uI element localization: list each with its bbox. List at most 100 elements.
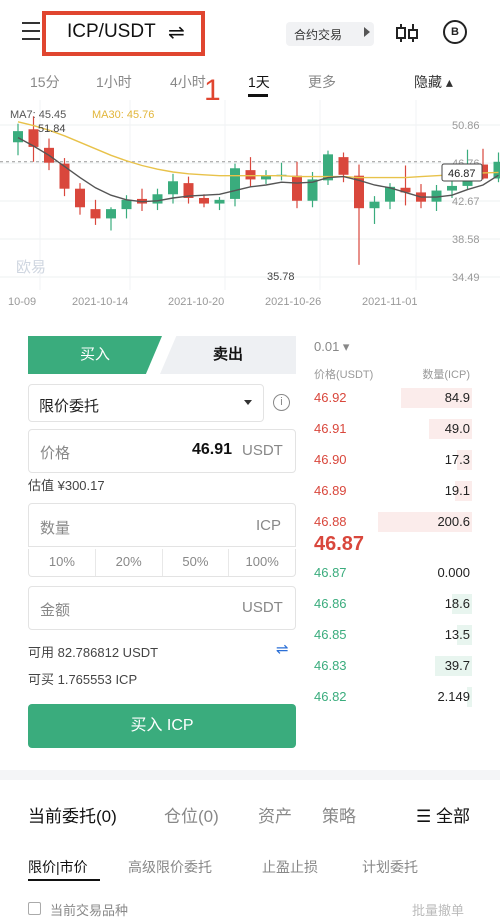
candle-body xyxy=(60,164,70,189)
batch-cancel-button[interactable]: 批量撤单 xyxy=(412,900,464,919)
tab-1h[interactable]: 1小时 xyxy=(96,72,132,92)
candle-body xyxy=(447,186,457,191)
candle-body xyxy=(246,170,256,179)
ask-quantity: 17.3 xyxy=(445,452,470,467)
bid-quantity: 18.6 xyxy=(445,596,470,611)
subtab-limit-market[interactable]: 限价|市价 xyxy=(28,857,88,877)
bid-quantity: 39.7 xyxy=(445,658,470,673)
trading-pair-title[interactable]: ICP/USDT xyxy=(67,21,156,43)
price-unit: USDT xyxy=(242,442,283,459)
candle-body xyxy=(75,189,85,208)
header: ICP/USDT ⇌ 合约交易 B xyxy=(0,0,500,64)
buy-icp-button[interactable]: 买入 ICP xyxy=(28,704,296,748)
all-orders-link[interactable]: ☰ 全部 xyxy=(416,802,470,827)
tab-1d[interactable]: 1天 xyxy=(248,72,270,92)
tab-open-orders[interactable]: 当前委托(0) xyxy=(28,802,117,827)
price-value[interactable]: 46.91 xyxy=(192,441,232,459)
ask-price[interactable]: 46.90 xyxy=(314,452,347,467)
contract-trading-button[interactable]: 合约交易 xyxy=(286,22,374,46)
candle-body xyxy=(106,209,116,218)
bid-quantity: 13.5 xyxy=(445,627,470,642)
x-tick-label: 2021-10-14 xyxy=(72,296,128,308)
percent-100-button[interactable]: 100% xyxy=(229,549,295,576)
candle-body xyxy=(199,198,209,204)
bid-quantity: 0.000 xyxy=(437,565,470,580)
y-tick-labels: 50.8646.7642.6738.5834.49 xyxy=(452,120,480,284)
estimate-value: 估值 ¥300.17 xyxy=(28,475,105,494)
current-price-tag-text: 46.87 xyxy=(448,168,476,180)
candle-body xyxy=(122,200,132,209)
candles xyxy=(13,116,500,265)
current-pair-checkbox[interactable] xyxy=(28,902,41,915)
settings-icon[interactable]: B xyxy=(443,20,467,44)
orderbook-price-header: 价格(USDT) xyxy=(314,366,373,382)
y-tick-label: 50.86 xyxy=(452,120,480,132)
buyable-amount: 可买 1.765553 ICP xyxy=(28,669,137,688)
swap-pair-icon[interactable]: ⇌ xyxy=(168,20,185,45)
ask-quantity: 200.6 xyxy=(437,514,470,529)
subtab-advanced-limit[interactable]: 高级限价委托 xyxy=(128,857,212,877)
ask-price[interactable]: 46.91 xyxy=(314,421,347,436)
percent-20-button[interactable]: 20% xyxy=(96,549,163,576)
transfer-icon[interactable]: ⇌ xyxy=(276,640,289,658)
candle-body xyxy=(168,181,178,194)
bid-price[interactable]: 46.85 xyxy=(314,627,347,642)
active-tab-underline xyxy=(248,94,268,97)
y-tick-label: 34.49 xyxy=(452,272,480,284)
ma30-legend: MA30: 45.76 xyxy=(92,109,154,121)
candle-body xyxy=(230,168,240,199)
percent-50-button[interactable]: 50% xyxy=(163,549,230,576)
ask-price[interactable]: 46.88 xyxy=(314,514,347,529)
tab-more[interactable]: 更多 xyxy=(308,72,336,92)
orderbook-qty-header: 数量(ICP) xyxy=(422,366,470,382)
section-divider xyxy=(0,770,500,780)
tab-assets[interactable]: 资产 xyxy=(258,802,292,827)
tab-15m[interactable]: 15分 xyxy=(30,72,60,92)
buy-tab[interactable]: 买入 xyxy=(28,336,162,374)
candle-body xyxy=(153,194,163,203)
percent-selector: 10% 20% 50% 100% xyxy=(28,549,296,577)
candle-body xyxy=(215,200,225,204)
percent-10-button[interactable]: 10% xyxy=(29,549,96,576)
list-icon: ☰ xyxy=(416,807,436,826)
current-pair-label: 当前交易品种 xyxy=(50,900,128,919)
tab-strategy[interactable]: 策略 xyxy=(322,802,356,827)
tab-4h[interactable]: 4小时 xyxy=(170,72,206,92)
subtab-trigger[interactable]: 计划委托 xyxy=(362,857,418,877)
bid-price[interactable]: 46.83 xyxy=(314,658,347,673)
high-price-label: 51.84 xyxy=(38,123,66,135)
ask-price[interactable]: 46.92 xyxy=(314,390,347,405)
sell-tab[interactable]: 卖出 xyxy=(160,336,296,374)
tab-positions[interactable]: 仓位(0) xyxy=(164,802,219,827)
available-balance: 可用 82.786812 USDT xyxy=(28,642,158,661)
all-orders-label: 全部 xyxy=(436,807,470,826)
quantity-label: 数量 xyxy=(40,517,70,538)
bid-price[interactable]: 46.86 xyxy=(314,596,347,611)
menu-icon[interactable] xyxy=(22,22,40,42)
bid-price[interactable]: 46.87 xyxy=(314,565,347,580)
candlestick-chart-icon[interactable] xyxy=(394,22,420,44)
quantity-unit: ICP xyxy=(256,517,281,534)
ma30-line xyxy=(18,122,499,178)
ask-price[interactable]: 46.89 xyxy=(314,483,347,498)
precision-select[interactable]: 0.01 ▾ xyxy=(314,339,349,355)
ma7-legend: MA7: 45.45 xyxy=(10,109,66,121)
x-tick-labels: 10-092021-10-142021-10-202021-10-262021-… xyxy=(8,296,417,308)
amount-unit: USDT xyxy=(242,599,283,616)
candle-body xyxy=(370,202,380,208)
order-type-select[interactable]: 限价委托 xyxy=(28,384,264,422)
bid-price[interactable]: 46.82 xyxy=(314,689,347,704)
x-tick-label: 10-09 xyxy=(8,296,36,308)
candle-body xyxy=(91,209,101,218)
hide-chart-toggle[interactable]: 隐藏 ▴ xyxy=(414,72,453,92)
info-icon[interactable]: i xyxy=(273,394,290,411)
play-arrow-icon xyxy=(364,27,370,37)
bid-quantity: 2.149 xyxy=(437,689,470,704)
low-price-label: 35.78 xyxy=(267,271,295,283)
candle-body xyxy=(292,176,302,201)
price-chart[interactable]: 50.8646.7642.6738.5834.49 10-092021-10-1… xyxy=(0,100,500,315)
y-tick-label: 38.58 xyxy=(452,234,480,246)
last-price: 46.87 xyxy=(314,533,364,556)
price-label: 价格 xyxy=(40,442,70,463)
subtab-tp-sl[interactable]: 止盈止损 xyxy=(262,857,318,877)
